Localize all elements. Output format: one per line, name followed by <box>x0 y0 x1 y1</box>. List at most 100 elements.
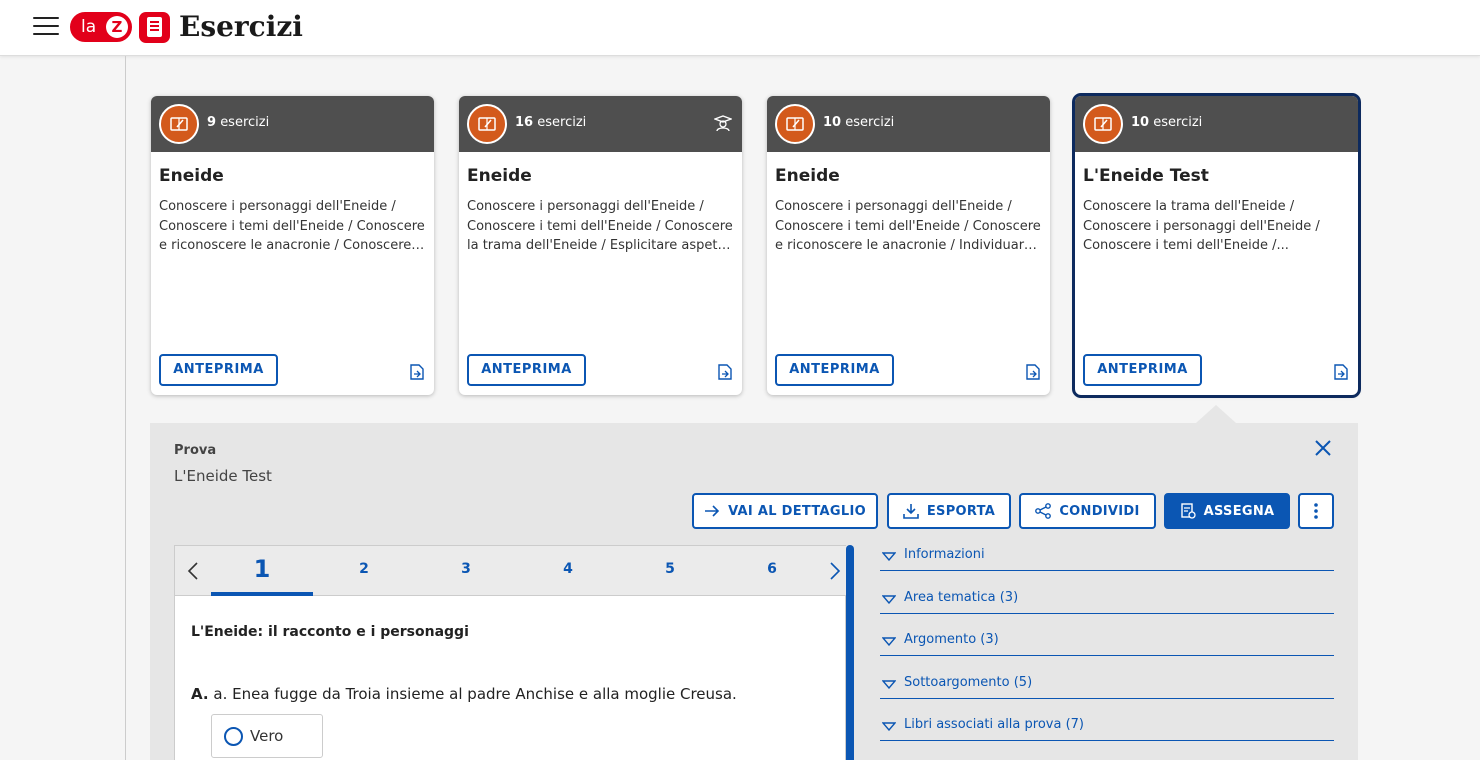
exercise-card[interactable]: 16 esercizi Eneide Conoscere i personagg… <box>459 96 742 395</box>
share-button[interactable]: CONDIVIDI <box>1019 493 1156 529</box>
logo-la-text: la <box>81 17 97 37</box>
hamburger-menu-icon[interactable] <box>33 17 59 37</box>
card-description: Conoscere la trama dell'Eneide / Conosce… <box>1083 199 1320 253</box>
question-item-letter: A. <box>191 685 209 703</box>
preview-button[interactable]: ANTEPRIMA <box>1083 354 1202 386</box>
question-tab-2[interactable]: 2 <box>313 546 415 596</box>
question-scrollbar[interactable] <box>846 545 854 760</box>
accordion-label: Argomento (3) <box>904 632 999 647</box>
exercise-book-icon <box>467 104 507 144</box>
accordion-libri-associati[interactable]: Libri associati alla prova (7) <box>880 715 1334 741</box>
arrow-right-icon <box>705 505 720 517</box>
laz-logo[interactable]: la Z <box>70 12 132 42</box>
chevron-left-icon[interactable] <box>187 561 199 581</box>
chevron-right-icon[interactable] <box>829 561 841 581</box>
triangle-down-icon <box>882 637 896 646</box>
preview-button[interactable]: ANTEPRIMA <box>775 354 894 386</box>
close-icon[interactable] <box>1314 439 1332 457</box>
accordion-label: Sottoargomento (5) <box>904 675 1033 690</box>
question-title: L'Eneide: il racconto e i personaggi <box>191 624 469 640</box>
triangle-down-icon <box>882 680 896 689</box>
question-viewer: 1 2 3 4 5 6 L'Eneide: il racconto e i pe… <box>174 545 847 760</box>
exercise-count-number: 10 <box>823 115 842 130</box>
exercise-count-label: esercizi <box>1153 115 1203 130</box>
option-true[interactable]: Vero <box>211 714 323 758</box>
card-title: Eneide <box>159 166 224 186</box>
assign-button[interactable]: ASSEGNA <box>1164 493 1290 529</box>
question-tabs: 1 2 3 4 5 6 <box>175 546 847 596</box>
assign-icon <box>1180 503 1196 519</box>
exercise-count: 9 esercizi <box>207 115 269 130</box>
exercise-count-label: esercizi <box>845 115 895 130</box>
app-title: Esercizi <box>179 10 303 43</box>
exercise-card[interactable]: 10 esercizi L'Eneide Test Conoscere la t… <box>1072 93 1361 398</box>
preview-button[interactable]: ANTEPRIMA <box>467 354 586 386</box>
exercise-card[interactable]: 9 esercizi Eneide Conoscere i personaggi… <box>151 96 434 395</box>
card-title: Eneide <box>775 166 840 186</box>
share-icon <box>1035 503 1052 519</box>
exercise-count-number: 9 <box>207 115 217 130</box>
exercise-card[interactable]: 10 esercizi Eneide Conoscere i personagg… <box>767 96 1050 395</box>
question-tab-3[interactable]: 3 <box>415 546 517 596</box>
export-file-icon[interactable] <box>1026 362 1040 380</box>
export-label: ESPORTA <box>926 503 996 519</box>
card-description: Conoscere i personaggi dell'Eneide / Con… <box>467 199 733 253</box>
accordion-label: Area tematica (3) <box>904 590 1019 605</box>
exercise-book-icon <box>1083 104 1123 144</box>
download-icon <box>903 504 919 519</box>
logo-z-text: Z <box>106 16 128 38</box>
exercise-count-label: esercizi <box>537 115 587 130</box>
panel-pointer <box>1196 405 1236 423</box>
export-file-icon[interactable] <box>410 362 424 380</box>
card-header: 10 esercizi <box>1075 96 1358 152</box>
more-options-button[interactable] <box>1298 493 1334 529</box>
accordion-informazioni[interactable]: Informazioni <box>880 545 1334 571</box>
exercise-count-number: 16 <box>515 115 534 130</box>
accordion-label: Libri associati alla prova (7) <box>904 717 1084 732</box>
exercise-book-icon <box>159 104 199 144</box>
exercise-count: 10 esercizi <box>823 115 894 130</box>
card-header: 9 esercizi <box>151 96 434 152</box>
question-item: A. a. Enea fugge da Troia insieme al pad… <box>191 685 737 703</box>
accordion-argomento[interactable]: Argomento (3) <box>880 630 1334 656</box>
question-tab-4[interactable]: 4 <box>517 546 619 596</box>
go-to-detail-button[interactable]: VAI AL DETTAGLIO <box>692 493 878 529</box>
exercise-count-number: 10 <box>1131 115 1150 130</box>
share-label: CONDIVIDI <box>1059 503 1140 519</box>
preview-button[interactable]: ANTEPRIMA <box>159 354 278 386</box>
exercise-book-icon <box>775 104 815 144</box>
kebab-menu-icon <box>1314 503 1318 519</box>
radio-circle-icon[interactable] <box>224 727 243 746</box>
question-tab-5[interactable]: 5 <box>619 546 721 596</box>
card-title: L'Eneide Test <box>1083 166 1209 186</box>
accordion-sottoargomento[interactable]: Sottoargomento (5) <box>880 673 1334 699</box>
triangle-down-icon <box>882 552 896 561</box>
test-detail-panel: Prova L'Eneide Test VAI AL DETTAGLIO ESP… <box>150 423 1358 760</box>
export-button[interactable]: ESPORTA <box>887 493 1011 529</box>
top-bar: la Z Esercizi <box>0 0 1480 56</box>
accordion-label: Informazioni <box>904 547 985 562</box>
exercise-app-icon <box>139 12 170 43</box>
panel-type-label: Prova <box>174 443 217 458</box>
exercise-count: 10 esercizi <box>1131 115 1202 130</box>
question-item-text: a. Enea fugge da Troia insieme al padre … <box>213 685 737 703</box>
export-file-icon[interactable] <box>718 362 732 380</box>
question-tab-6[interactable]: 6 <box>721 546 823 596</box>
triangle-down-icon <box>882 722 896 731</box>
card-header: 10 esercizi <box>767 96 1050 152</box>
assign-label: ASSEGNA <box>1203 503 1275 519</box>
go-to-detail-label: VAI AL DETTAGLIO <box>728 503 866 519</box>
card-description: Conoscere i personaggi dell'Eneide / Con… <box>775 199 1041 253</box>
triangle-down-icon <box>882 595 896 604</box>
exercise-count: 16 esercizi <box>515 115 586 130</box>
teacher-icon <box>714 115 732 132</box>
accordion-area-tematica[interactable]: Area tematica (3) <box>880 588 1334 614</box>
question-tab-1[interactable]: 1 <box>211 546 313 596</box>
card-header: 16 esercizi <box>459 96 742 152</box>
exercise-count-label: esercizi <box>220 115 270 130</box>
option-true-label: Vero <box>250 727 284 745</box>
card-title: Eneide <box>467 166 532 186</box>
card-description: Conoscere i personaggi dell'Eneide / Con… <box>159 199 425 253</box>
sidebar-divider <box>125 56 126 760</box>
export-file-icon[interactable] <box>1334 362 1348 380</box>
